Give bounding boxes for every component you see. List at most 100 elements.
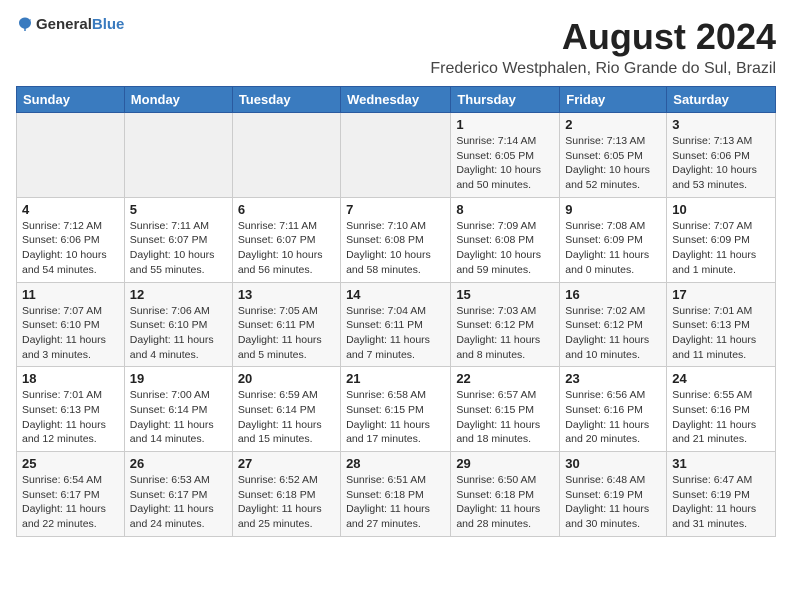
day-info: Sunrise: 6:48 AM Sunset: 6:19 PM Dayligh… [565,473,661,532]
calendar-cell: 19 Sunrise: 7:00 AM Sunset: 6:14 PM Dayli… [124,367,232,452]
weekday-header-row: SundayMondayTuesdayWednesdayThursdayFrid… [17,87,776,113]
weekday-header-cell: Wednesday [341,87,451,113]
logo: GeneralBlue [16,16,124,34]
day-number: 24 [672,371,770,386]
calendar-cell: 29 Sunrise: 6:50 AM Sunset: 6:18 PM Dayli… [451,452,560,537]
calendar-week-row: 25 Sunrise: 6:54 AM Sunset: 6:17 PM Dayli… [17,452,776,537]
day-number: 12 [130,287,227,302]
day-info: Sunrise: 7:07 AM Sunset: 6:10 PM Dayligh… [22,304,119,363]
calendar-cell: 27 Sunrise: 6:52 AM Sunset: 6:18 PM Dayli… [232,452,340,537]
calendar-cell: 16 Sunrise: 7:02 AM Sunset: 6:12 PM Dayli… [560,282,667,367]
calendar-cell: 1 Sunrise: 7:14 AM Sunset: 6:05 PM Daylig… [451,113,560,198]
day-info: Sunrise: 7:00 AM Sunset: 6:14 PM Dayligh… [130,388,227,447]
day-number: 20 [238,371,335,386]
calendar-cell: 8 Sunrise: 7:09 AM Sunset: 6:08 PM Daylig… [451,197,560,282]
weekday-header-cell: Saturday [667,87,776,113]
weekday-header-cell: Thursday [451,87,560,113]
title-block: August 2024 Frederico Westphalen, Rio Gr… [430,16,776,78]
day-number: 16 [565,287,661,302]
calendar-week-row: 11Sunrise: 7:07 AM Sunset: 6:10 PM Dayli… [17,282,776,367]
day-number: 31 [672,456,770,471]
day-info: Sunrise: 6:55 AM Sunset: 6:16 PM Dayligh… [672,388,770,447]
calendar-cell: 18Sunrise: 7:01 AM Sunset: 6:13 PM Dayli… [17,367,125,452]
calendar-cell [232,113,340,198]
calendar-body: 1 Sunrise: 7:14 AM Sunset: 6:05 PM Daylig… [17,113,776,537]
calendar-cell: 11Sunrise: 7:07 AM Sunset: 6:10 PM Dayli… [17,282,125,367]
day-info: Sunrise: 6:51 AM Sunset: 6:18 PM Dayligh… [346,473,445,532]
calendar-week-row: 1 Sunrise: 7:14 AM Sunset: 6:05 PM Daylig… [17,113,776,198]
day-number: 28 [346,456,445,471]
calendar-cell: 6Sunrise: 7:11 AM Sunset: 6:07 PM Daylig… [232,197,340,282]
main-title: August 2024 [430,16,776,58]
day-number: 30 [565,456,661,471]
weekday-header-cell: Monday [124,87,232,113]
day-number: 1 [456,117,554,132]
day-number: 9 [565,202,661,217]
day-number: 10 [672,202,770,217]
day-number: 17 [672,287,770,302]
calendar-cell [17,113,125,198]
weekday-header-cell: Sunday [17,87,125,113]
day-number: 5 [130,202,227,217]
calendar-table: SundayMondayTuesdayWednesdayThursdayFrid… [16,86,776,537]
day-number: 27 [238,456,335,471]
calendar-week-row: 18Sunrise: 7:01 AM Sunset: 6:13 PM Dayli… [17,367,776,452]
day-info: Sunrise: 7:05 AM Sunset: 6:11 PM Dayligh… [238,304,335,363]
day-info: Sunrise: 6:50 AM Sunset: 6:18 PM Dayligh… [456,473,554,532]
day-info: Sunrise: 7:11 AM Sunset: 6:07 PM Dayligh… [238,219,335,278]
day-number: 23 [565,371,661,386]
day-info: Sunrise: 7:10 AM Sunset: 6:08 PM Dayligh… [346,219,445,278]
day-info: Sunrise: 7:04 AM Sunset: 6:11 PM Dayligh… [346,304,445,363]
day-number: 29 [456,456,554,471]
day-info: Sunrise: 6:57 AM Sunset: 6:15 PM Dayligh… [456,388,554,447]
calendar-cell: 15Sunrise: 7:03 AM Sunset: 6:12 PM Dayli… [451,282,560,367]
day-number: 25 [22,456,119,471]
calendar-cell: 2Sunrise: 7:13 AM Sunset: 6:05 PM Daylig… [560,113,667,198]
day-info: Sunrise: 6:47 AM Sunset: 6:19 PM Dayligh… [672,473,770,532]
calendar-cell: 24 Sunrise: 6:55 AM Sunset: 6:16 PM Dayli… [667,367,776,452]
day-info: Sunrise: 7:12 AM Sunset: 6:06 PM Dayligh… [22,219,119,278]
day-info: Sunrise: 7:13 AM Sunset: 6:06 PM Dayligh… [672,134,770,193]
calendar-cell: 26Sunrise: 6:53 AM Sunset: 6:17 PM Dayli… [124,452,232,537]
day-info: Sunrise: 7:11 AM Sunset: 6:07 PM Dayligh… [130,219,227,278]
day-info: Sunrise: 6:59 AM Sunset: 6:14 PM Dayligh… [238,388,335,447]
calendar-cell: 28 Sunrise: 6:51 AM Sunset: 6:18 PM Dayli… [341,452,451,537]
day-number: 18 [22,371,119,386]
calendar-cell [124,113,232,198]
weekday-header-cell: Friday [560,87,667,113]
logo-text-general: General [36,16,92,33]
calendar-cell: 7 Sunrise: 7:10 AM Sunset: 6:08 PM Daylig… [341,197,451,282]
calendar-cell: 17Sunrise: 7:01 AM Sunset: 6:13 PM Dayli… [667,282,776,367]
calendar-cell: 20 Sunrise: 6:59 AM Sunset: 6:14 PM Dayli… [232,367,340,452]
day-info: Sunrise: 7:07 AM Sunset: 6:09 PM Dayligh… [672,219,770,278]
calendar-cell: 12Sunrise: 7:06 AM Sunset: 6:10 PM Dayli… [124,282,232,367]
calendar-cell: 3Sunrise: 7:13 AM Sunset: 6:06 PM Daylig… [667,113,776,198]
day-info: Sunrise: 7:14 AM Sunset: 6:05 PM Dayligh… [456,134,554,193]
calendar-cell [341,113,451,198]
subtitle: Frederico Westphalen, Rio Grande do Sul,… [430,60,776,78]
day-number: 13 [238,287,335,302]
weekday-header-cell: Tuesday [232,87,340,113]
day-number: 22 [456,371,554,386]
day-number: 8 [456,202,554,217]
day-info: Sunrise: 6:54 AM Sunset: 6:17 PM Dayligh… [22,473,119,532]
calendar-week-row: 4Sunrise: 7:12 AM Sunset: 6:06 PM Daylig… [17,197,776,282]
day-number: 7 [346,202,445,217]
calendar-cell: 30 Sunrise: 6:48 AM Sunset: 6:19 PM Dayli… [560,452,667,537]
calendar-cell: 31 Sunrise: 6:47 AM Sunset: 6:19 PM Dayli… [667,452,776,537]
day-info: Sunrise: 6:58 AM Sunset: 6:15 PM Dayligh… [346,388,445,447]
calendar-cell: 13 Sunrise: 7:05 AM Sunset: 6:11 PM Dayli… [232,282,340,367]
day-info: Sunrise: 7:02 AM Sunset: 6:12 PM Dayligh… [565,304,661,363]
day-info: Sunrise: 6:52 AM Sunset: 6:18 PM Dayligh… [238,473,335,532]
calendar-cell: 22 Sunrise: 6:57 AM Sunset: 6:15 PM Dayli… [451,367,560,452]
day-number: 19 [130,371,227,386]
day-info: Sunrise: 7:09 AM Sunset: 6:08 PM Dayligh… [456,219,554,278]
calendar-cell: 14Sunrise: 7:04 AM Sunset: 6:11 PM Dayli… [341,282,451,367]
day-number: 26 [130,456,227,471]
calendar-cell: 4Sunrise: 7:12 AM Sunset: 6:06 PM Daylig… [17,197,125,282]
calendar-cell: 5 Sunrise: 7:11 AM Sunset: 6:07 PM Daylig… [124,197,232,282]
day-number: 15 [456,287,554,302]
calendar-cell: 9Sunrise: 7:08 AM Sunset: 6:09 PM Daylig… [560,197,667,282]
day-number: 2 [565,117,661,132]
day-info: Sunrise: 6:56 AM Sunset: 6:16 PM Dayligh… [565,388,661,447]
